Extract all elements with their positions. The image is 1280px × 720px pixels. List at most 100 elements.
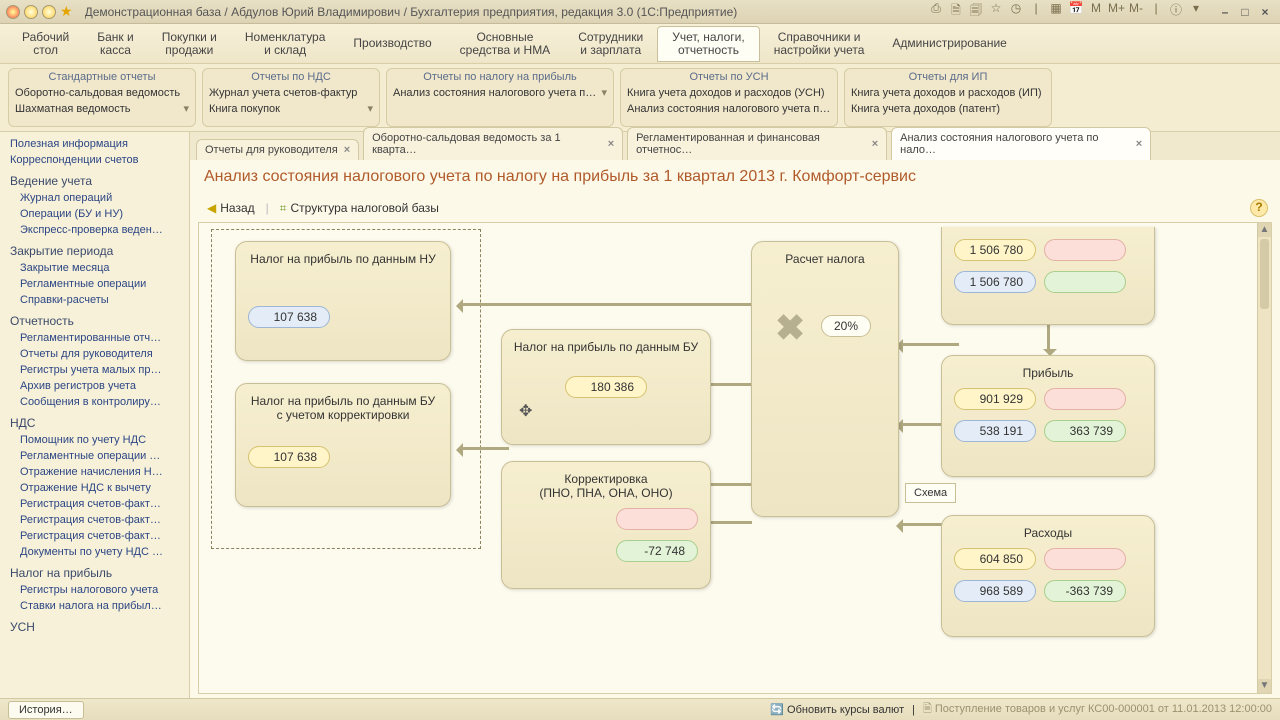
sidebar-link[interactable]: Регистры налогового учета xyxy=(0,582,189,598)
doc-tab[interactable]: Анализ состояния налогового учета по нал… xyxy=(891,127,1151,160)
sidebar-link[interactable]: Отражение НДС к вычету xyxy=(0,480,189,496)
ribbon-item[interactable]: Журнал учета счетов-фактур xyxy=(209,85,373,101)
sidebar-link[interactable]: Корреспонденции счетов xyxy=(0,152,189,168)
sidebar-link[interactable]: Закрытие месяца xyxy=(0,260,189,276)
node-expenses[interactable]: Расходы 604 850 968 589-363 739 xyxy=(941,515,1155,637)
print-icon[interactable]: ⎙ xyxy=(928,1,944,22)
diagram-canvas[interactable]: Налог на прибыль по данным НУ 107 638 На… xyxy=(198,222,1272,694)
ribbon-item[interactable]: Анализ состояния налогового учета п… xyxy=(393,85,607,101)
mminus-icon[interactable]: M- xyxy=(1128,1,1144,22)
value-pill: 604 850 xyxy=(954,548,1036,570)
sidebar-link[interactable]: Журнал операций xyxy=(0,190,189,206)
info-icon[interactable]: ⓘ xyxy=(1168,1,1184,22)
menu-item[interactable]: Сотрудники и зарплата xyxy=(564,27,657,61)
ribbon-item[interactable]: Оборотно-сальдовая ведомость xyxy=(15,85,189,101)
back-button[interactable]: ◀Назад xyxy=(202,198,260,218)
clock-icon[interactable]: ◷ xyxy=(1008,1,1024,22)
close-icon[interactable]: × xyxy=(608,138,614,150)
ribbon-group-title: Отчеты по УСН xyxy=(627,71,831,83)
sidebar-section: Ведение учета xyxy=(0,168,189,190)
minimize-icon[interactable]: – xyxy=(1216,5,1234,19)
menu-item[interactable]: Справочники и настройки учета xyxy=(760,27,879,61)
scroll-thumb[interactable] xyxy=(1260,239,1269,309)
ribbon-item[interactable]: Книга покупок xyxy=(209,101,373,117)
maximize-icon[interactable]: □ xyxy=(1236,5,1254,19)
menu-item[interactable]: Покупки и продажи xyxy=(148,27,231,61)
sidebar-link[interactable]: Операции (БУ и НУ) xyxy=(0,206,189,222)
mplus-icon[interactable]: M+ xyxy=(1108,1,1124,22)
node-correction[interactable]: Корректировка (ПНО, ПНА, ОНА, ОНО) -72 7… xyxy=(501,461,711,589)
history-button[interactable]: История… xyxy=(8,701,84,719)
star-icon[interactable]: ☆ xyxy=(988,1,1004,22)
menu-item[interactable]: Производство xyxy=(339,33,445,54)
close-icon[interactable]: × xyxy=(1256,5,1274,19)
calc-icon[interactable]: ▦ xyxy=(1048,1,1064,22)
node-profit[interactable]: Прибыль 901 929 538 191363 739 xyxy=(941,355,1155,477)
node-tax-nu[interactable]: Налог на прибыль по данным НУ 107 638 xyxy=(235,241,451,361)
status-right[interactable]: 🗎 Поступление товаров и услуг КС00-00000… xyxy=(923,700,1272,719)
menu-item[interactable]: Банк и касса xyxy=(83,27,147,61)
sidebar-link[interactable]: Ставки налога на прибыл… xyxy=(0,598,189,614)
sidebar-link[interactable]: Регистрация счетов-факт… xyxy=(0,528,189,544)
sidebar-link[interactable]: Помощник по учету НДС xyxy=(0,432,189,448)
sidebar-link[interactable]: Сообщения в контролиру… xyxy=(0,394,189,410)
ribbon-group-title: Отчеты для ИП xyxy=(851,71,1045,83)
vertical-scrollbar[interactable]: ▲ ▼ xyxy=(1257,223,1271,693)
value-pill: 107 638 xyxy=(248,306,330,328)
help-icon[interactable]: ? xyxy=(1250,199,1268,217)
sidebar-link[interactable]: Отражение начисления Н… xyxy=(0,464,189,480)
close-icon[interactable]: × xyxy=(344,144,350,156)
ribbon-item[interactable]: Книга учета доходов и расходов (ИП) xyxy=(851,85,1045,101)
menu-item[interactable]: Администрирование xyxy=(878,33,1020,54)
doc-icon[interactable]: 🗎 xyxy=(948,1,964,22)
sys-btn[interactable] xyxy=(6,5,20,19)
menu-item[interactable]: Номенклатура и склад xyxy=(231,27,340,61)
node-calc[interactable]: Расчет налога xyxy=(751,241,899,517)
ribbon-item[interactable]: Анализ состояния налогового учета п… xyxy=(627,101,831,117)
ribbon-item[interactable]: Шахматная ведомость xyxy=(15,101,189,117)
sidebar-link[interactable]: Регламентные операции … xyxy=(0,448,189,464)
sidebar-link[interactable]: Регламентированные отч… xyxy=(0,330,189,346)
close-icon[interactable]: × xyxy=(872,138,878,150)
favorite-icon[interactable]: ★ xyxy=(60,3,73,20)
sidebar-link[interactable]: Регламентные операции xyxy=(0,276,189,292)
sidebar-link[interactable]: Экспресс-проверка веден… xyxy=(0,222,189,238)
sidebar-link[interactable]: Регистры учета малых пр… xyxy=(0,362,189,378)
status-left[interactable]: 🔄 Обновить курсы валют xyxy=(770,703,904,716)
multiply-icon: ✖ xyxy=(775,307,805,349)
scroll-up-icon[interactable]: ▲ xyxy=(1258,223,1271,237)
node-income[interactable]: 1 506 780 1 506 780 xyxy=(941,227,1155,325)
cal-icon[interactable]: 📅 xyxy=(1068,1,1084,22)
sidebar-link[interactable]: Справки-расчеты xyxy=(0,292,189,308)
dd-icon[interactable]: ▾ xyxy=(1188,1,1204,22)
ribbon-group: Стандартные отчетыОборотно-сальдовая вед… xyxy=(8,68,196,127)
sys-btn[interactable] xyxy=(42,5,56,19)
sys-btn[interactable] xyxy=(24,5,38,19)
value-pill: 968 589 xyxy=(954,580,1036,602)
menu-item[interactable]: Учет, налоги, отчетность xyxy=(657,26,760,62)
node-tax-bu[interactable]: Налог на прибыль по данным БУ 180 386 xyxy=(501,329,711,445)
sidebar-link[interactable]: Документы по учету НДС … xyxy=(0,544,189,560)
sidebar-link[interactable]: Отчеты для руководителя xyxy=(0,346,189,362)
tab-label: Оборотно-сальдовая ведомость за 1 кварта… xyxy=(372,132,602,156)
structure-button[interactable]: ⌗Структура налоговой базы xyxy=(275,198,444,219)
doc-tab[interactable]: Отчеты для руководителя× xyxy=(196,139,359,160)
doc-tab[interactable]: Регламентированная и финансовая отчетнос… xyxy=(627,127,887,160)
scroll-down-icon[interactable]: ▼ xyxy=(1258,679,1271,693)
sidebar-link[interactable]: Архив регистров учета xyxy=(0,378,189,394)
node-tax-bu-adj[interactable]: Налог на прибыль по данным БУ с учетом к… xyxy=(235,383,451,507)
sidebar-link[interactable]: Полезная информация xyxy=(0,136,189,152)
clip-icon[interactable]: 🗐 xyxy=(968,1,984,22)
sidebar-link[interactable]: Регистрация счетов-факт… xyxy=(0,496,189,512)
toolbar-icons: ⎙ 🗎 🗐 ☆ ◷ | ▦ 📅 M M+ M- | ⓘ ▾ xyxy=(928,1,1204,22)
sidebar-section: Закрытие периода xyxy=(0,238,189,260)
m-icon[interactable]: M xyxy=(1088,1,1104,22)
sidebar-link[interactable]: Регистрация счетов-факт… xyxy=(0,512,189,528)
menu-item[interactable]: Основные средства и НМА xyxy=(446,27,565,61)
ribbon-item[interactable]: Книга учета доходов и расходов (УСН) xyxy=(627,85,831,101)
menu-item[interactable]: Рабочий стол xyxy=(8,27,83,61)
scheme-label[interactable]: Схема xyxy=(905,483,956,503)
close-icon[interactable]: × xyxy=(1136,138,1142,150)
doc-tab[interactable]: Оборотно-сальдовая ведомость за 1 кварта… xyxy=(363,127,623,160)
ribbon-item[interactable]: Книга учета доходов (патент) xyxy=(851,101,1045,117)
